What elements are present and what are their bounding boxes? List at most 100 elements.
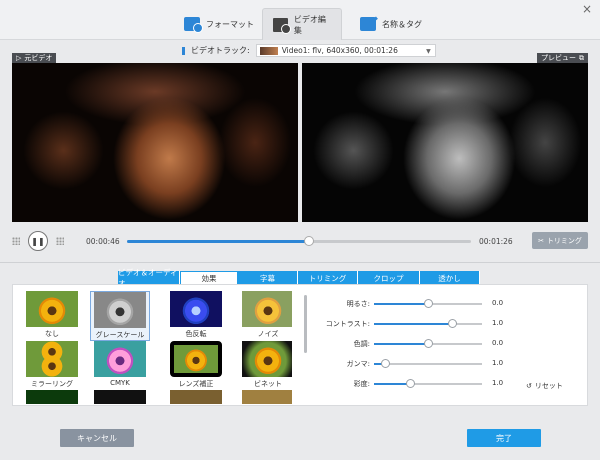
adjustment-value: 1.0 (492, 379, 504, 387)
tag-icon (360, 17, 376, 31)
preview-video-frame (302, 63, 588, 222)
done-button[interactable]: 完了 (467, 429, 541, 447)
subtab-crop[interactable]: クロップ (358, 271, 420, 285)
video-track-label: ビデオトラック: (191, 46, 250, 55)
adjustment-slider[interactable] (374, 359, 482, 368)
adjustment-fill (374, 303, 428, 305)
effect-item[interactable]: グレースケール (90, 291, 150, 341)
adjustment-label: ガンマ: (346, 360, 370, 368)
grid-left-icon[interactable] (12, 237, 20, 245)
video-edit-icon (273, 17, 291, 34)
track-marker (182, 46, 185, 55)
scissors-icon: ✂ (538, 236, 544, 245)
tab-name-tag[interactable]: 名称＆タグ (350, 8, 432, 40)
adjustment-slider[interactable] (374, 379, 482, 388)
tab-name-tag-label: 名称＆タグ (382, 19, 422, 29)
format-icon (184, 17, 203, 33)
effect-item[interactable] (90, 390, 150, 404)
subtab-video-audio[interactable]: ビデオ＆オーディオ (118, 268, 180, 288)
preview-text: プレビュー (541, 54, 576, 62)
adjustment-knob[interactable] (424, 299, 433, 308)
seek-slider[interactable] (127, 236, 471, 246)
pause-button[interactable]: ❚❚ (28, 231, 48, 251)
video-track-selector: ビデオトラック: Video1: flv, 640x360, 00:01:26 … (182, 44, 436, 57)
adjustment-knob[interactable] (405, 379, 415, 388)
effect-thumbnail (170, 291, 222, 327)
subtab-subtitles[interactable]: 字幕 (238, 271, 298, 285)
effect-thumbnail (26, 291, 78, 327)
tab-video-edit-label: ビデオ編集 (293, 14, 326, 35)
cancel-button[interactable]: キャンセル (60, 429, 134, 447)
total-time: 00:01:26 (479, 237, 513, 246)
adjustment-knob[interactable] (447, 319, 457, 328)
adjustment-value: 0.0 (492, 299, 504, 307)
effect-thumbnail (170, 390, 222, 404)
expand-icon[interactable]: ⧉ (579, 54, 584, 63)
adjustment-fill (374, 383, 410, 385)
effect-item[interactable]: CMYK (90, 341, 150, 387)
play-icon: ▷ (16, 54, 22, 62)
effect-item[interactable]: ビネット (238, 341, 292, 389)
effect-thumbnail (242, 341, 292, 377)
effect-name: グレースケール (95, 331, 145, 339)
seek-knob[interactable] (304, 236, 315, 246)
effect-thumbnail (170, 341, 222, 377)
adjustment-label: 色調: (353, 340, 370, 348)
effect-name: レンズ補正 (178, 380, 214, 388)
effect-thumbnail (94, 390, 146, 404)
original-video-label: ▷ 元ビデオ (12, 53, 57, 63)
close-icon[interactable]: × (582, 2, 592, 16)
edit-subtabs: ビデオ＆オーディオ 効果 字幕 トリミング クロップ 透かし (118, 268, 480, 288)
effect-item[interactable] (166, 390, 226, 404)
effect-thumbnail (26, 390, 78, 404)
grid-right-icon[interactable] (56, 237, 64, 245)
effect-name: ビネット (254, 380, 282, 388)
effect-item[interactable] (22, 390, 82, 404)
effect-thumbnail (242, 291, 292, 327)
adjustment-label: 彩度: (353, 380, 370, 388)
effect-name: ノイズ (257, 330, 279, 338)
effect-item[interactable]: 色反転 (166, 291, 226, 339)
chevron-down-icon: ▼ (426, 48, 431, 55)
adjustment-value: 1.0 (492, 319, 504, 327)
adjustment-slider[interactable] (374, 339, 482, 348)
preview-video-pane (302, 63, 588, 222)
subtab-watermark[interactable]: 透かし (420, 271, 480, 285)
section-divider (0, 262, 600, 263)
effect-item[interactable]: ミラーリング (22, 341, 82, 389)
adjustment-fill (374, 343, 428, 345)
effect-name: ミラーリング (31, 380, 73, 388)
adjustment-label: 明るさ: (346, 300, 370, 308)
preview-label: プレビュー ⧉ (537, 53, 588, 63)
subtab-effects[interactable]: 効果 (180, 271, 238, 285)
adjustment-fill (374, 323, 452, 325)
subtab-trimming[interactable]: トリミング (298, 271, 358, 285)
top-tab-bar: × フォーマット ビデオ編集 名称＆タグ (0, 0, 600, 40)
adjustment-knob[interactable] (424, 339, 433, 348)
adjustment-row: 彩度: 1.0 (330, 377, 580, 391)
trim-button[interactable]: ✂ トリミング (532, 232, 588, 249)
video-track-value: Video1: flv, 640x360, 00:01:26 (281, 46, 398, 55)
original-video-frame (12, 63, 298, 222)
effect-item[interactable]: ノイズ (238, 291, 292, 339)
tab-format-label: フォーマット (206, 19, 254, 29)
effect-thumbnail (26, 341, 78, 377)
tab-format[interactable]: フォーマット (174, 8, 264, 40)
adjustment-slider[interactable] (374, 299, 482, 308)
effect-item[interactable] (238, 390, 292, 404)
effect-name: CMYK (110, 379, 130, 387)
adjustment-slider[interactable] (374, 319, 482, 328)
video-track-dropdown[interactable]: Video1: flv, 640x360, 00:01:26 ▼ (255, 44, 436, 57)
effect-thumbnail (242, 390, 292, 404)
effect-item[interactable]: なし (22, 291, 82, 339)
current-time: 00:00:46 (86, 237, 120, 246)
effect-name: なし (45, 330, 59, 338)
effects-scrollbar[interactable] (304, 295, 307, 353)
effects-grid: なし グレースケール 色反転 ノイズミラーリング CMYK レンズ補正 ビネット (22, 291, 292, 404)
adjustment-knob[interactable] (380, 359, 390, 368)
tab-video-edit[interactable]: ビデオ編集 (262, 8, 342, 40)
effect-thumbnail (94, 341, 146, 377)
playback-bar: ❚❚ 00:00:46 00:01:26 ✂ トリミング (12, 230, 588, 252)
effect-item[interactable]: レンズ補正 (166, 341, 226, 389)
original-video-text: 元ビデオ (24, 54, 53, 62)
